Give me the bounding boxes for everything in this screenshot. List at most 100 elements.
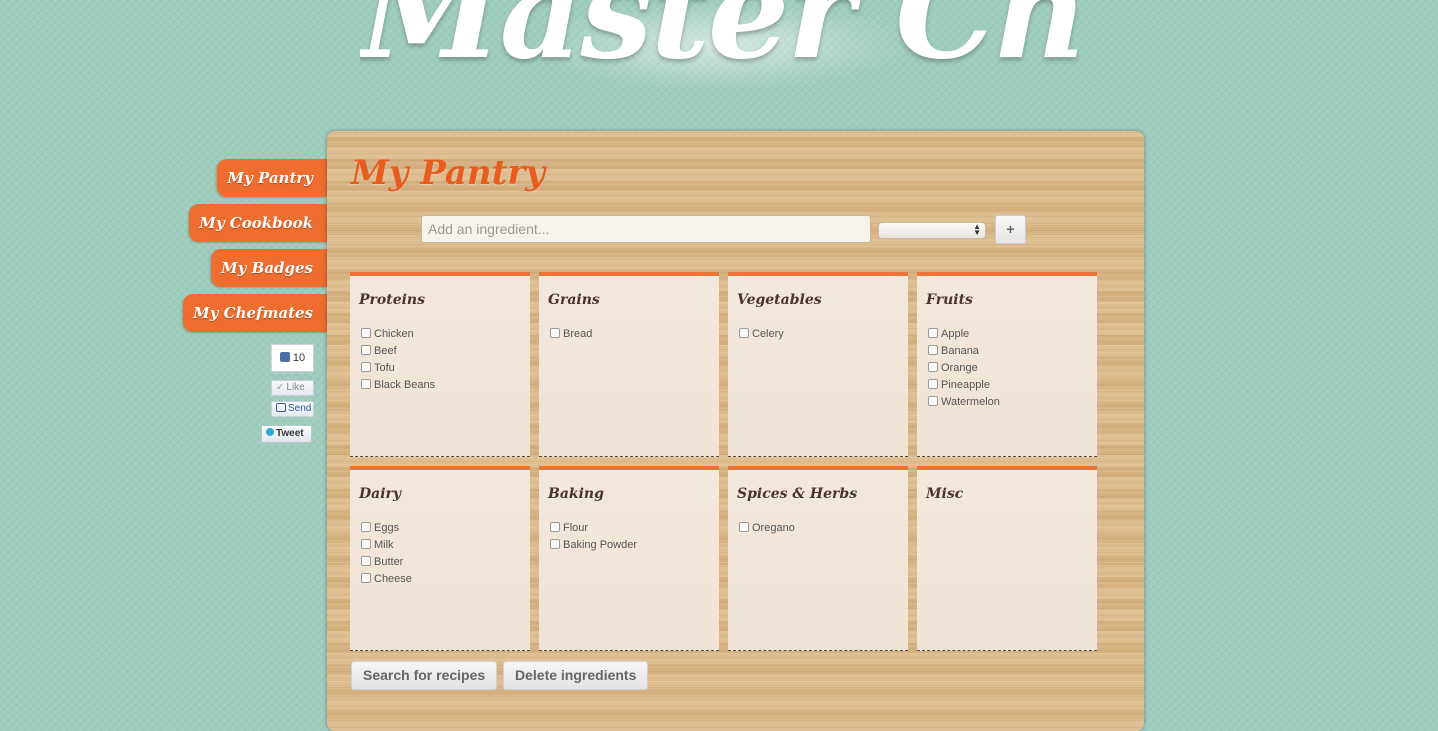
ingredient-list: Bread <box>550 326 592 343</box>
send-label: Send <box>288 403 312 414</box>
category-card-fruits: Fruits Apple Banana Orange Pineapple Wat… <box>917 272 1097 457</box>
ingredient-input[interactable] <box>421 215 871 243</box>
category-title: Dairy <box>359 486 402 502</box>
checkbox[interactable] <box>361 362 371 372</box>
checkbox[interactable] <box>550 522 560 532</box>
category-select[interactable]: ▲ ▼ <box>878 222 986 239</box>
ingredient-label: Orange <box>941 362 978 374</box>
category-title: Misc <box>926 486 964 502</box>
ingredient-label: Bread <box>563 328 593 340</box>
ingredient-item[interactable]: Beef <box>361 343 435 360</box>
category-title: Spices & Herbs <box>737 486 858 502</box>
logo-area: Master Chef <box>360 0 1080 125</box>
ingredient-item[interactable]: Celery <box>739 326 784 343</box>
updown-arrows-icon: ▲ ▼ <box>973 222 981 237</box>
checkbox[interactable] <box>361 573 371 583</box>
ingredient-label: Apple <box>941 328 970 340</box>
ingredient-label: Watermelon <box>941 396 1000 408</box>
ingredient-label: Baking Powder <box>563 539 637 551</box>
ingredient-item[interactable]: Orange <box>928 360 1000 377</box>
pantry-board: My Pantry ▲▼ + Proteins Chicken Beef Tof… <box>327 131 1144 731</box>
sidebar-item-my-cookbook[interactable]: My Cookbook <box>189 204 327 242</box>
category-card-dairy: Dairy Eggs Milk Butter Cheese <box>350 466 530 651</box>
twitter-bird-icon <box>266 428 274 436</box>
checkbox[interactable] <box>361 328 371 338</box>
like-button[interactable]: ✓ Like <box>271 380 314 396</box>
category-title: Proteins <box>359 292 425 308</box>
ingredient-label: Pineapple <box>941 379 990 391</box>
ingredient-label: Celery <box>752 328 784 340</box>
ingredient-item[interactable]: Banana <box>928 343 1000 360</box>
tweet-button[interactable]: Tweet <box>261 425 312 443</box>
ingredient-label: Banana <box>941 345 979 357</box>
category-title: Baking <box>548 486 604 502</box>
ingredient-item[interactable]: Baking Powder <box>550 537 637 554</box>
check-icon: ✓ <box>276 382 285 393</box>
checkbox[interactable] <box>928 379 938 389</box>
checkbox[interactable] <box>361 556 371 566</box>
ingredient-list: Chicken Beef Tofu Black Beans <box>361 326 435 394</box>
checkbox[interactable] <box>928 345 938 355</box>
ingredient-label: Eggs <box>374 522 400 534</box>
checkbox[interactable] <box>739 522 749 532</box>
ingredient-list: Eggs Milk Butter Cheese <box>361 520 412 588</box>
category-card-misc: Misc <box>917 466 1097 651</box>
category-title: Vegetables <box>737 292 822 308</box>
add-ingredient-button[interactable]: + <box>995 215 1026 244</box>
logo[interactable]: Master Chef <box>360 0 1080 88</box>
ingredient-list: Oregano <box>739 520 795 537</box>
ingredient-item[interactable]: Pineapple <box>928 377 1000 394</box>
sidebar-nav: My Pantry My Cookbook My Badges My Chefm… <box>183 159 327 339</box>
checkbox[interactable] <box>550 539 560 549</box>
sidebar-item-my-pantry[interactable]: My Pantry <box>217 159 327 197</box>
like-count: 10 <box>292 352 306 364</box>
ingredient-item[interactable]: Bread <box>550 326 592 343</box>
checkbox[interactable] <box>361 379 371 389</box>
sidebar-item-my-chefmates[interactable]: My Chefmates <box>183 294 327 332</box>
ingredient-list: Celery <box>739 326 784 343</box>
checkbox[interactable] <box>739 328 749 338</box>
ingredient-label: Cheese <box>374 573 412 585</box>
ingredient-label: Chicken <box>374 328 414 340</box>
category-card-grains: Grains Bread <box>539 272 719 457</box>
checkbox[interactable] <box>550 328 560 338</box>
ingredient-item[interactable]: Milk <box>361 537 412 554</box>
ingredient-item[interactable]: Eggs <box>361 520 412 537</box>
checkbox[interactable] <box>928 396 938 406</box>
ingredient-list: Apple Banana Orange Pineapple Watermelon <box>928 326 1000 411</box>
thumbs-up-icon <box>279 352 290 362</box>
ingredient-item[interactable]: Apple <box>928 326 1000 343</box>
checkbox[interactable] <box>361 345 371 355</box>
ingredient-item[interactable]: Black Beans <box>361 377 435 394</box>
ingredient-item[interactable]: Watermelon <box>928 394 1000 411</box>
ingredient-item[interactable]: Oregano <box>739 520 795 537</box>
category-card-spices-herbs: Spices & Herbs Oregano <box>728 466 908 651</box>
ingredient-item[interactable]: Cheese <box>361 571 412 588</box>
ingredient-item[interactable]: Chicken <box>361 326 435 343</box>
checkbox[interactable] <box>928 362 938 372</box>
checkbox[interactable] <box>361 539 371 549</box>
ingredient-label: Oregano <box>752 522 795 534</box>
ingredient-item[interactable]: Tofu <box>361 360 435 377</box>
search-recipes-button[interactable]: Search for recipes <box>351 661 498 690</box>
checkbox[interactable] <box>928 328 938 338</box>
category-card-baking: Baking Flour Baking Powder <box>539 466 719 651</box>
ingredient-label: Black Beans <box>374 379 436 391</box>
category-card-vegetables: Vegetables Celery <box>728 272 908 457</box>
page-title: My Pantry <box>351 153 546 193</box>
sidebar-item-my-badges[interactable]: My Badges <box>211 249 327 287</box>
category-card-proteins: Proteins Chicken Beef Tofu Black Beans <box>350 272 530 457</box>
like-count-box[interactable]: 10 <box>271 344 314 372</box>
checkbox[interactable] <box>361 522 371 532</box>
ingredient-item[interactable]: Butter <box>361 554 412 571</box>
ingredient-label: Beef <box>374 345 397 357</box>
delete-ingredients-button[interactable]: Delete ingredients <box>503 661 649 690</box>
category-title: Grains <box>548 292 600 308</box>
like-label: Like <box>286 382 305 393</box>
ingredient-list: Flour Baking Powder <box>550 520 637 554</box>
ingredient-label: Flour <box>563 522 589 534</box>
ingredient-item[interactable]: Flour <box>550 520 637 537</box>
send-button[interactable]: Send <box>271 401 314 417</box>
ingredient-label: Butter <box>374 556 404 568</box>
category-title: Fruits <box>926 292 973 308</box>
